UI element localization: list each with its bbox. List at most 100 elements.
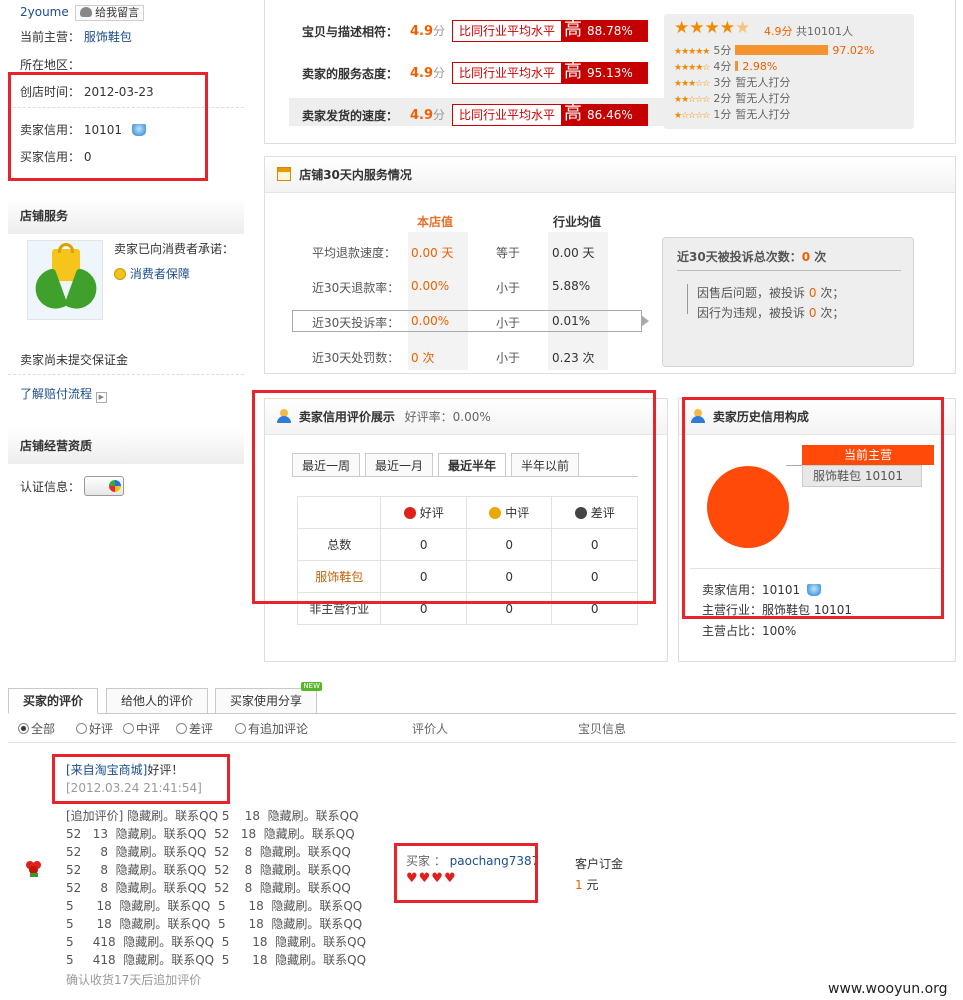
certificate-icon[interactable]: [83, 476, 124, 496]
filter-radio[interactable]: 中评: [123, 720, 160, 737]
svc-industry-value: 0.00 天: [552, 246, 595, 260]
complaint-title-row: 近30天被投诉总次数：0 次: [677, 248, 826, 265]
dist-stars: ★★★★★: [674, 47, 710, 57]
dsr-compare: 比同行业平均水平高 88.78%: [452, 19, 648, 42]
review-line: [追加评价] 隐藏刷。联系QQ 5 18 隐藏刷。联系QQ: [66, 809, 359, 823]
service30-header: 店铺30天内服务情况: [265, 157, 955, 193]
qualification-title: 店铺经营资质: [8, 428, 244, 464]
price-unit: 元: [586, 878, 599, 892]
cert-label: 认证信息：: [20, 480, 81, 494]
annotation-box: [682, 397, 944, 619]
dist-pct: 暂无人打分: [735, 76, 791, 89]
claim-process-link[interactable]: 了解赔付流程: [20, 387, 92, 401]
dsr-pct: 95.13%: [587, 66, 633, 80]
review-line: 52 13 隐藏刷。联系QQ 52 18 隐藏刷。联系QQ: [66, 827, 355, 841]
radio-icon: [123, 723, 134, 734]
complaint-unit: 次: [814, 250, 827, 264]
filter-radio[interactable]: 差评: [176, 720, 213, 737]
dsr-compare-label: 比同行业平均水平: [459, 108, 556, 122]
dsr-level: 高: [564, 19, 582, 40]
dist-pct: 暂无人打分: [735, 108, 791, 121]
dist-label: 1分: [713, 108, 732, 121]
annotation-box: [52, 754, 230, 804]
radio-icon: [18, 723, 29, 734]
annotation-box: [252, 390, 656, 604]
store-service-title: 店铺服务: [8, 198, 244, 234]
annotation-box: [394, 843, 538, 903]
complaint-line-1: 因售后问题，被投诉 0 次；: [697, 284, 844, 301]
dsr-row-label: 宝贝与描述相符：: [302, 25, 399, 39]
dist-row: ★★★★★ 5分 97.02%: [674, 44, 874, 58]
dist-pct: 暂无人打分: [735, 92, 791, 105]
dist-bar: [735, 45, 829, 55]
complaint-line-2: 因行为违规，被投诉 0 次；: [697, 304, 844, 321]
tab-reviews-to-others[interactable]: 给他人的评价: [106, 688, 209, 714]
dist-label: 5分: [713, 44, 732, 57]
filter-radio[interactable]: 有追加评论: [235, 720, 308, 737]
good-review-icon: [26, 861, 42, 877]
complaint-line-2-suffix: 次；: [820, 306, 845, 320]
dsr-row-label: 卖家的服务态度：: [302, 67, 399, 81]
summary-score-row: 4.9分 共10101人: [764, 23, 853, 39]
dsr-compare-label: 比同行业平均水平: [459, 24, 556, 38]
item-name-link[interactable]: 客户订金: [575, 855, 623, 872]
dsr-compare: 比同行业平均水平高 86.46%: [452, 103, 648, 126]
review-line: 5 18 隐藏刷。联系QQ 5 18 隐藏刷。联系QQ: [66, 899, 363, 913]
review-line: 5 18 隐藏刷。联系QQ 5 18 隐藏刷。联系QQ: [66, 917, 363, 931]
dsr-level-box: 高 88.78%: [561, 19, 647, 42]
tab-buyer-sharing[interactable]: 买家使用分享 NEW: [215, 682, 323, 714]
seller-name-link[interactable]: 2youme: [20, 5, 69, 19]
dist-label: 3分: [713, 76, 732, 89]
summary-stars: ★★★★★: [674, 18, 751, 38]
svc-compare: 小于: [496, 316, 521, 330]
dsr-score: 4.9分: [410, 64, 445, 81]
filter-radio[interactable]: 全部: [18, 720, 55, 737]
highlight-row-arrow: [641, 315, 649, 327]
leave-message-button[interactable]: 给我留言: [74, 5, 145, 21]
dist-row: ★★★★☆ 4分 2.98%: [674, 60, 777, 74]
dsr-score-unit: 分: [433, 108, 446, 122]
tree-line: [687, 284, 695, 314]
col-industry-header: 行业均值: [553, 215, 602, 229]
dsr-compare: 比同行业平均水平高 95.13%: [452, 61, 648, 84]
review-line: 5 418 隐藏刷。联系QQ 5 18 隐藏刷。联系QQ: [66, 935, 367, 949]
service30-title: 店铺30天内服务情况: [299, 168, 412, 182]
complaint-line-1-count: 0: [808, 286, 817, 300]
arrow-right-icon[interactable]: ▶: [95, 392, 107, 403]
complaint-line-1-suffix: 次；: [820, 286, 845, 300]
svc-store-value: 0.00 天: [411, 246, 454, 260]
col-item: 宝贝信息: [578, 722, 627, 736]
radio-icon: [76, 723, 87, 734]
svc-label: 平均退款速度：: [312, 246, 397, 260]
complaint-line-1-text: 因售后问题，被投诉: [697, 286, 806, 300]
watermark: www.wooyun.org: [828, 981, 948, 997]
cert-row: 认证信息：: [20, 476, 124, 496]
dist-row: ★★★☆☆ 3分 暂无人打分: [674, 76, 790, 90]
leave-message-label: 给我留言: [95, 6, 140, 19]
tab-buyer-reviews[interactable]: 买家的评价: [8, 688, 99, 714]
radio-icon: [176, 723, 187, 734]
svc-label: 近30天处罚数：: [312, 351, 400, 365]
calendar-icon: [277, 167, 291, 181]
dist-label: 4分: [713, 60, 732, 73]
tab-buyer-sharing-label: 买家使用分享: [230, 694, 303, 708]
dist-stars: ★★★★☆: [674, 63, 710, 73]
svc-industry-value: 0.01%: [552, 314, 591, 328]
annotation-box: [8, 72, 208, 181]
consumer-protection-row: 消费者保障: [114, 265, 190, 282]
history-main-share: 主营占比：100%: [702, 624, 797, 638]
dist-stars: ★★★☆☆: [674, 79, 710, 89]
filter-radio[interactable]: 好评: [76, 720, 113, 737]
location-label: 所在地区：: [20, 58, 81, 72]
main-category-link[interactable]: 服饰鞋包: [84, 30, 132, 44]
dist-stars: ★☆☆☆☆: [674, 111, 710, 121]
consumer-protection-link[interactable]: 消费者保障: [130, 267, 190, 281]
main-category-row: 当前主营： 服饰鞋包: [20, 28, 132, 45]
divider: [8, 374, 244, 375]
dsr-level-box: 高 95.13%: [561, 61, 647, 84]
protection-badge-icon: [114, 268, 126, 280]
filter-label: 中评: [136, 722, 161, 736]
svc-industry-value: 5.88%: [552, 279, 591, 293]
svc-compare: 小于: [496, 281, 521, 295]
dsr-level-box: 高 86.46%: [561, 103, 647, 126]
